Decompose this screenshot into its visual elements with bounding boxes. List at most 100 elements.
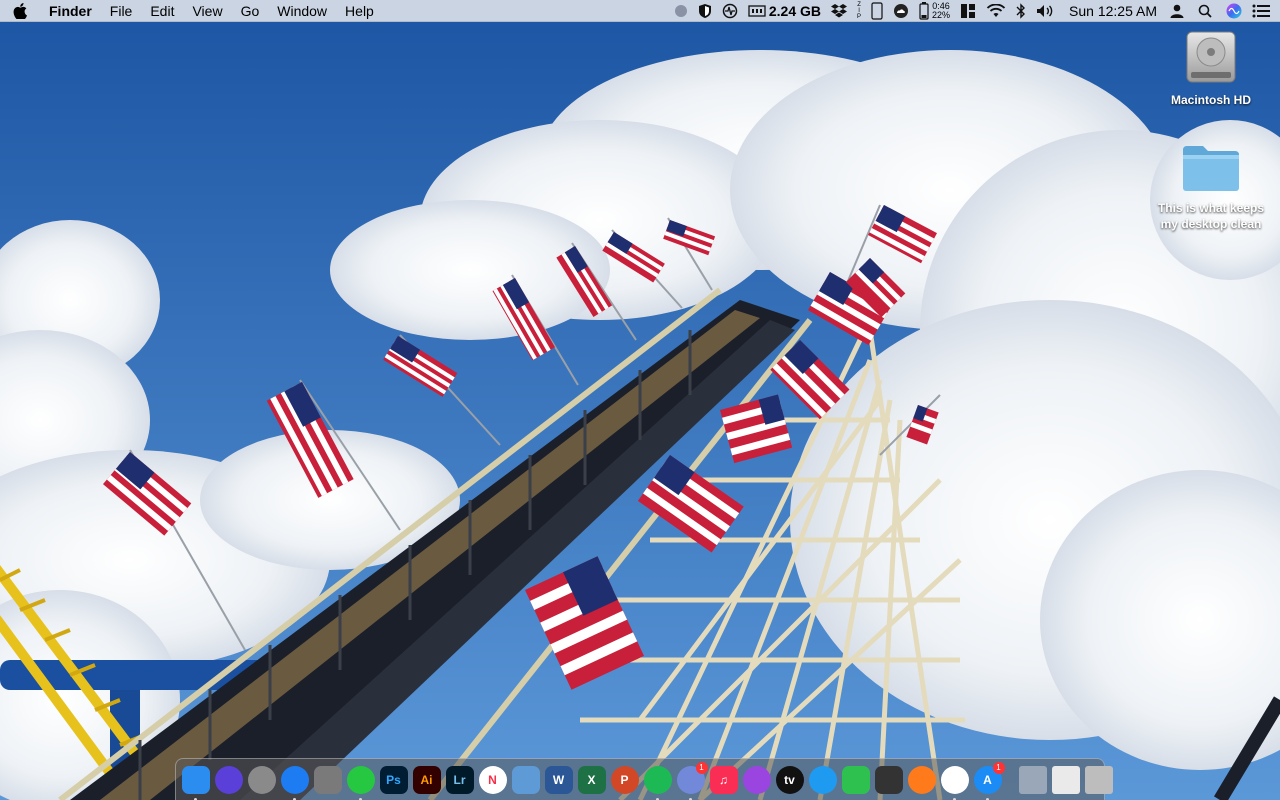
dock-siri-icon[interactable]: [213, 764, 245, 796]
zip-icon[interactable]: ZIP: [852, 0, 866, 22]
cloud-app-icon: [346, 765, 375, 794]
dock-apps: Ps Ai Lr N W X P 1 ♫ tv A 1: [179, 761, 1005, 800]
apple-tv-icon: tv: [775, 765, 804, 794]
system-preferences-icon: [313, 765, 342, 794]
dock-finder-icon[interactable]: [180, 764, 212, 800]
menu-file[interactable]: File: [101, 0, 142, 22]
memory-icon: [748, 4, 766, 17]
window-grid-icon[interactable]: [955, 0, 981, 22]
hard-drive-icon: [1186, 31, 1236, 83]
desktop-wallpaper: [0, 0, 1280, 800]
dock-apple-tv-icon[interactable]: tv: [774, 764, 806, 796]
dock-launchpad-icon[interactable]: [246, 764, 278, 796]
folder-icon: [1183, 146, 1239, 191]
excel-icon: X: [577, 765, 606, 794]
volume-icon[interactable]: [1031, 0, 1061, 22]
dock-excel-icon[interactable]: X: [576, 764, 608, 796]
dock-photos-icon[interactable]: [939, 764, 971, 800]
notification-badge: 1: [695, 761, 708, 774]
downloads-stack-icon: [1051, 765, 1080, 794]
dock-screenshot-folder-icon[interactable]: [1017, 764, 1049, 796]
dropbox-icon[interactable]: [826, 0, 852, 22]
notification-center-icon[interactable]: [1247, 0, 1280, 22]
dock-maps-icon[interactable]: [906, 764, 938, 796]
dock-facetime-icon[interactable]: [840, 764, 872, 796]
menu-help[interactable]: Help: [336, 0, 383, 22]
menu-app-name[interactable]: Finder: [40, 0, 101, 22]
dock-photo-booth-icon[interactable]: [873, 764, 905, 796]
dock-downloads-stack-icon[interactable]: [1050, 764, 1082, 796]
dock-news-icon[interactable]: N: [477, 764, 509, 796]
apple-menu-icon[interactable]: [0, 2, 40, 19]
battery-readout: 0:46 22%: [932, 1, 951, 20]
record-icon[interactable]: [669, 0, 693, 22]
photos-icon: [940, 765, 969, 794]
maps-icon: [907, 765, 936, 794]
shield-icon[interactable]: [693, 0, 717, 22]
podcasts-icon: [742, 765, 771, 794]
preview-icon: [511, 765, 540, 794]
powerpoint-icon: P: [610, 765, 639, 794]
word-icon: W: [544, 765, 573, 794]
dock-right-items: [1016, 764, 1115, 796]
dock-powerpoint-icon[interactable]: P: [609, 764, 641, 796]
dock-podcasts-icon[interactable]: [741, 764, 773, 796]
news-icon: N: [478, 765, 507, 794]
menu-bar: Finder File Edit View Go Window Help 2.2…: [0, 0, 1280, 22]
dock-illustrator-icon[interactable]: Ai: [411, 764, 443, 796]
battery-icon[interactable]: [919, 1, 929, 20]
clean-desktop-folder-icon[interactable]: This is what keeps my desktop clean: [1151, 142, 1271, 232]
dock-cloud-app-icon[interactable]: [345, 764, 377, 800]
battery-percent: 22%: [932, 9, 951, 20]
phone-icon[interactable]: [866, 0, 888, 22]
macintosh-hd-desktop-icon[interactable]: Macintosh HD: [1151, 28, 1271, 108]
finder-icon: [181, 765, 210, 794]
clock[interactable]: Sun 12:25 AM: [1061, 0, 1165, 22]
spotify-icon: [643, 765, 672, 794]
memory-status: 2.24 GB: [743, 0, 826, 22]
spotlight-search-icon[interactable]: [1189, 0, 1221, 22]
dock-discord-icon[interactable]: 1: [675, 761, 708, 800]
dock-music-icon[interactable]: ♫: [708, 764, 740, 796]
photo-booth-icon: [874, 765, 903, 794]
dock-safari-icon[interactable]: [279, 764, 311, 800]
screenshot-folder-icon: [1018, 765, 1047, 794]
dock-trash-icon[interactable]: [1083, 764, 1115, 796]
menu-edit[interactable]: Edit: [141, 0, 183, 22]
launchpad-icon: [247, 765, 276, 794]
battery-status: 0:46 22%: [914, 0, 955, 22]
macintosh-hd-label: Macintosh HD: [1170, 93, 1251, 107]
menu-bar-status: 2.24 GB ZIP 0:46 22% Sun 12:25 AM: [669, 0, 1280, 22]
menu-bar-left: Finder File Edit View Go Window Help: [0, 0, 383, 22]
dock-app-store-icon[interactable]: A1: [972, 761, 1005, 800]
dock: Ps Ai Lr N W X P 1 ♫ tv A 1: [175, 758, 1113, 800]
menu-view[interactable]: View: [183, 0, 231, 22]
bluetooth-icon[interactable]: [1011, 0, 1031, 22]
safari-icon: [280, 765, 309, 794]
messages-icon: [808, 765, 837, 794]
dock-messages-icon[interactable]: [807, 764, 839, 796]
dock-preview-icon[interactable]: [510, 764, 542, 796]
notification-badge: 1: [992, 761, 1005, 774]
dock-photoshop-icon[interactable]: Ps: [378, 764, 410, 796]
activity-monitor-icon[interactable]: [717, 0, 743, 22]
siri-icon[interactable]: [1221, 0, 1247, 22]
illustrator-icon: Ai: [412, 765, 441, 794]
menu-go[interactable]: Go: [232, 0, 269, 22]
lightroom-icon: Lr: [445, 765, 474, 794]
photoshop-icon: Ps: [379, 765, 408, 794]
trash-icon: [1084, 765, 1113, 794]
music-icon: ♫: [709, 765, 738, 794]
user-icon[interactable]: [1165, 0, 1189, 22]
clean-desktop-folder-label: This is what keeps my desktop clean: [1157, 201, 1265, 231]
menu-window[interactable]: Window: [268, 0, 336, 22]
cloud-sync-icon[interactable]: [888, 0, 914, 22]
dock-spotify-icon[interactable]: [642, 764, 674, 800]
wifi-icon[interactable]: [981, 0, 1011, 22]
dock-word-icon[interactable]: W: [543, 764, 575, 796]
memory-value[interactable]: 2.24 GB: [769, 3, 821, 19]
siri-icon: [214, 765, 243, 794]
dock-lightroom-icon[interactable]: Lr: [444, 764, 476, 796]
dock-system-preferences-icon[interactable]: [312, 764, 344, 796]
facetime-icon: [841, 765, 870, 794]
